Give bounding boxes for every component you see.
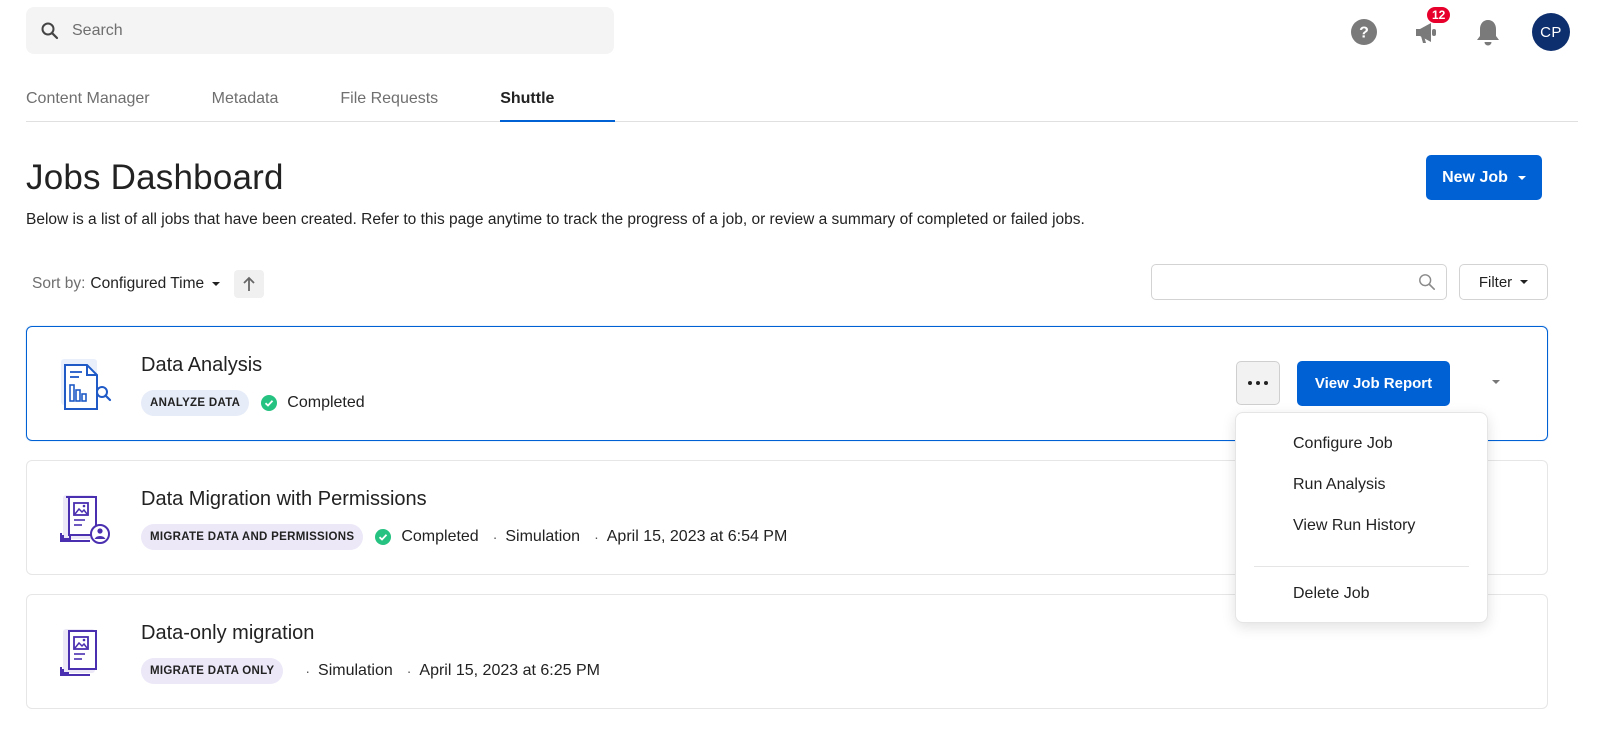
header-actions: ? 12 CP: [1322, 6, 1570, 52]
chevron-down-icon: [1520, 280, 1529, 284]
job-date: April 15, 2023 at 6:54 PM: [606, 528, 788, 545]
job-status: Completed: [261, 394, 365, 412]
meta-separator: ·: [594, 529, 599, 545]
filter-button[interactable]: Filter: [1459, 264, 1548, 300]
job-meta: MIGRATE DATA AND PERMISSIONS Completed ·…: [141, 524, 787, 550]
job-title[interactable]: Data Analysis: [141, 354, 262, 377]
meta-separator: ·: [492, 529, 498, 545]
sort-value: Configured Time: [90, 275, 205, 292]
job-type-pill: MIGRATE DATA ONLY: [141, 658, 284, 684]
job-status-label: Completed: [401, 528, 479, 545]
job-status-label: Completed: [287, 394, 365, 411]
section-tabs: Content Manager Metadata File Requests S…: [26, 78, 1578, 122]
job-meta: ANALYZE DATA Completed: [141, 390, 365, 416]
menu-item-run-analysis[interactable]: Run Analysis: [1236, 476, 1487, 517]
check-circle-icon: [261, 395, 278, 411]
job-search-field[interactable]: [1151, 264, 1447, 300]
sort-control: Sort by: Configured Time: [32, 270, 265, 298]
search-input[interactable]: [72, 21, 572, 40]
new-job-label: New Job: [1442, 168, 1508, 186]
help-button[interactable]: ?: [1344, 12, 1384, 52]
user-avatar[interactable]: CP: [1532, 13, 1570, 51]
dot: [1256, 381, 1260, 385]
new-job-button[interactable]: New Job: [1426, 155, 1542, 200]
menu-divider: [1254, 566, 1469, 567]
migration-permissions-icon: [60, 495, 110, 544]
help-icon: ?: [1351, 19, 1377, 45]
bell-icon: [1477, 20, 1499, 46]
menu-item-configure-job[interactable]: Configure Job: [1236, 435, 1487, 476]
view-job-report-button[interactable]: View Job Report: [1297, 361, 1450, 406]
job-meta: MIGRATE DATA ONLY · Simulation · April 1…: [141, 658, 600, 684]
job-options-menu: Configure Job Run Analysis View Run Hist…: [1235, 412, 1488, 623]
menu-item-view-run-history[interactable]: View Run History: [1236, 517, 1487, 558]
more-options-button[interactable]: [1236, 361, 1280, 405]
job-date: April 15, 2023 at 6:25 PM: [419, 662, 600, 679]
tab-content-manager[interactable]: Content Manager: [26, 78, 150, 122]
menu-item-delete-job[interactable]: Delete Job: [1236, 585, 1487, 626]
tab-file-requests[interactable]: File Requests: [340, 78, 438, 122]
announcements-button[interactable]: 12: [1406, 6, 1452, 52]
sort-label: Sort by:: [32, 275, 86, 292]
page-title: Jobs Dashboard: [26, 158, 284, 197]
job-mode: Simulation: [318, 662, 393, 679]
job-mode: Simulation: [505, 528, 581, 545]
search-icon: [1419, 274, 1436, 291]
expand-chevron-icon[interactable]: [1492, 380, 1500, 384]
sort-dropdown[interactable]: Configured Time: [90, 275, 221, 293]
meta-separator: ·: [406, 663, 412, 679]
dot: [1248, 381, 1252, 385]
arrow-up-icon: [243, 276, 255, 291]
chevron-down-icon: [212, 282, 221, 286]
job-type-pill: ANALYZE DATA: [141, 390, 250, 416]
sort-direction-button[interactable]: [234, 270, 265, 298]
global-search[interactable]: [26, 7, 614, 54]
tab-metadata[interactable]: Metadata: [212, 78, 279, 122]
job-status: Completed: [375, 528, 479, 546]
dot: [1264, 381, 1268, 385]
search-icon: [41, 22, 59, 39]
svg-text:?: ?: [1359, 25, 1369, 42]
analysis-report-icon: [61, 359, 112, 410]
notifications-button[interactable]: [1468, 12, 1508, 52]
chevron-down-icon: [1517, 175, 1526, 180]
job-title[interactable]: Data Migration with Permissions: [141, 488, 427, 511]
filter-label: Filter: [1478, 273, 1513, 291]
page-description: Below is a list of all jobs that have be…: [26, 211, 1085, 228]
job-title[interactable]: Data-only migration: [141, 622, 314, 645]
migration-data-icon: [60, 629, 97, 676]
notification-badge: 12: [1426, 6, 1452, 24]
job-type-pill: MIGRATE DATA AND PERMISSIONS: [141, 524, 364, 550]
tab-shuttle[interactable]: Shuttle: [500, 78, 616, 122]
check-circle-icon: [375, 529, 392, 545]
meta-separator: ·: [305, 663, 311, 679]
